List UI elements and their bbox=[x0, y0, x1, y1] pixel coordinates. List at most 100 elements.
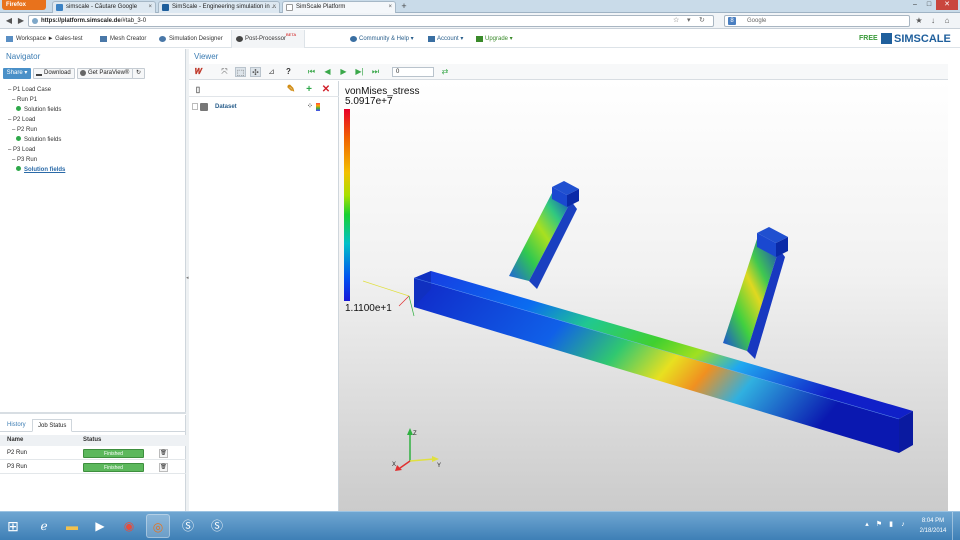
mobile-icon[interactable]: ▯ bbox=[192, 84, 204, 96]
orientation-axes-icon[interactable]: ✣ bbox=[250, 67, 261, 77]
refresh-button[interactable]: ↻ bbox=[132, 68, 146, 79]
back-icon[interactable]: ◀ bbox=[4, 16, 14, 26]
close-window-icon[interactable]: ✕ bbox=[936, 0, 958, 10]
navigator-toolbar: Share ▾ Download Get ParaView® ↻ bbox=[0, 66, 186, 82]
site-identity-icon[interactable] bbox=[32, 18, 38, 24]
edit-pencil-icon[interactable]: ✎ bbox=[285, 84, 297, 96]
internet-explorer-icon[interactable]: ℯ bbox=[32, 514, 56, 538]
address-bar[interactable]: https://platform.simscale.de/#tab_3-0 ☆ … bbox=[28, 15, 714, 27]
get-paraview-button[interactable]: Get ParaView® bbox=[77, 68, 134, 79]
skype-icon[interactable]: Ⓢ bbox=[176, 514, 200, 538]
next-frame-icon[interactable]: ▶| bbox=[354, 67, 365, 77]
render-options-icon[interactable]: ⊿ bbox=[266, 67, 277, 77]
new-tab-button[interactable]: + bbox=[398, 1, 410, 12]
tree-item[interactable]: – P3 Load bbox=[8, 145, 35, 155]
previous-frame-icon[interactable]: ◀ bbox=[322, 67, 333, 77]
browser-tab-title: SimScale Platform bbox=[296, 4, 346, 10]
tab-label: Post-Processor bbox=[245, 36, 287, 42]
community-icon bbox=[350, 36, 357, 42]
forward-icon[interactable]: ▶ bbox=[16, 16, 26, 26]
close-tab-icon[interactable]: × bbox=[272, 2, 276, 13]
firefox-menu-button[interactable]: Firefox bbox=[2, 0, 46, 10]
show-desktop-button[interactable] bbox=[952, 512, 960, 540]
tree-item-label: P3 Run bbox=[17, 157, 38, 163]
network-icon[interactable]: ▮ bbox=[886, 520, 896, 530]
flag-icon[interactable]: ⚑ bbox=[874, 520, 884, 530]
volume-icon[interactable]: ♪ bbox=[898, 520, 908, 530]
account-menu[interactable]: Account ▾ bbox=[428, 30, 463, 48]
chrome-icon[interactable]: ◉ bbox=[117, 514, 141, 538]
browser-tab-simscale-platform[interactable]: SimScale Platform × bbox=[282, 1, 396, 13]
tab-label: Workspace ► Gales-test bbox=[16, 36, 83, 42]
tab-workspace[interactable]: Workspace ► Gales-test bbox=[6, 30, 83, 48]
download-button[interactable]: Download bbox=[33, 68, 75, 79]
home-icon[interactable]: ⌂ bbox=[942, 16, 952, 26]
dropdown-icon[interactable]: ▾ bbox=[687, 16, 691, 26]
tree-item[interactable]: – Run P1 bbox=[12, 95, 37, 105]
community-help-menu[interactable]: Community & Help ▾ bbox=[350, 30, 414, 48]
trash-icon[interactable]: 🗑 bbox=[159, 449, 168, 458]
help-icon[interactable]: ? bbox=[283, 67, 294, 77]
add-filter-icon[interactable]: + bbox=[303, 84, 315, 96]
firefox-icon[interactable]: ◎ bbox=[146, 514, 170, 538]
tree-item[interactable]: Solution fields bbox=[16, 165, 65, 175]
search-input[interactable]: 8 Google bbox=[724, 15, 910, 27]
file-explorer-icon[interactable]: ▬ bbox=[60, 514, 84, 538]
upgrade-menu[interactable]: Upgrade ▾ bbox=[476, 30, 513, 48]
media-player-icon[interactable]: ▶ bbox=[88, 514, 112, 538]
reset-camera-icon[interactable]: ⤧ bbox=[219, 67, 230, 77]
pipeline-item-dataset[interactable]: Dataset ⁘ bbox=[191, 101, 337, 113]
start-button[interactable]: ⊞ bbox=[2, 514, 24, 538]
search-engine-icon[interactable]: 8 bbox=[728, 17, 736, 25]
logo-mark-icon bbox=[881, 33, 892, 44]
tree-item-label: P3 Load bbox=[13, 147, 36, 153]
close-tab-icon[interactable]: × bbox=[148, 2, 152, 13]
color-map-icon[interactable] bbox=[316, 103, 320, 111]
loop-icon[interactable]: ⇄ bbox=[438, 67, 452, 77]
first-frame-icon[interactable]: ⏮ bbox=[306, 67, 317, 77]
download-icon[interactable]: ↓ bbox=[928, 16, 938, 26]
tab-job-status[interactable]: Job Status bbox=[32, 419, 73, 432]
minimize-icon[interactable]: – bbox=[908, 0, 922, 10]
status-badge: Finished bbox=[83, 463, 144, 472]
reload-icon[interactable]: ↻ bbox=[699, 16, 705, 26]
tree-item[interactable]: – P3 Run bbox=[12, 155, 37, 165]
delete-icon[interactable]: ✕ bbox=[320, 84, 332, 96]
table-row[interactable]: P3 Run Finished 🗑 bbox=[0, 461, 186, 474]
tree-item[interactable]: – P2 Run bbox=[12, 125, 37, 135]
visibility-checkbox[interactable] bbox=[192, 103, 198, 110]
tree-item[interactable]: – P1 Load Case bbox=[8, 85, 51, 95]
tab-post-processor[interactable]: Post-ProcessorBETA bbox=[231, 30, 305, 48]
show-hidden-icons-icon[interactable]: ▴ bbox=[862, 520, 872, 530]
simscale-logo[interactable]: SIMSCALE bbox=[881, 33, 951, 46]
browser-tab-simscale-site[interactable]: SimScale - Engineering simulation in ...… bbox=[158, 1, 280, 13]
maximize-icon[interactable]: □ bbox=[922, 0, 936, 10]
frame-input[interactable]: 0 bbox=[392, 67, 434, 77]
browser-tab-google[interactable]: simscale - Căutare Google × bbox=[52, 1, 156, 13]
table-row[interactable]: P2 Run Finished 🗑 bbox=[0, 447, 186, 460]
tree-item[interactable]: Solution fields bbox=[16, 105, 61, 115]
bookmarks-icon[interactable]: ★ bbox=[914, 16, 924, 26]
interaction-mode-icon[interactable]: ⬚ bbox=[235, 67, 246, 77]
tree-item-label: Solution fields bbox=[24, 137, 62, 143]
trash-icon[interactable]: 🗑 bbox=[159, 463, 168, 472]
close-tab-icon[interactable]: × bbox=[388, 2, 392, 13]
bookmark-star-icon[interactable]: ☆ bbox=[673, 16, 679, 26]
tree-item[interactable]: Solution fields bbox=[16, 135, 61, 145]
status-ok-icon bbox=[16, 165, 21, 171]
tab-history[interactable]: History bbox=[2, 419, 31, 432]
search-placeholder: Google bbox=[747, 18, 767, 24]
last-frame-icon[interactable]: ⏭ bbox=[370, 67, 381, 77]
play-icon[interactable]: ▶ bbox=[338, 67, 349, 77]
system-clock[interactable]: 8:04 PM 2/18/2014 bbox=[915, 516, 951, 536]
tab-mesh-creator[interactable]: Mesh Creator bbox=[100, 30, 146, 48]
skype-chat-icon[interactable]: Ⓢ bbox=[205, 514, 229, 538]
render-viewport[interactable]: vonMises_stress 5.0917e+7 1.1100e+1 Z Y … bbox=[339, 81, 948, 511]
tab-simulation-designer[interactable]: Simulation Designer bbox=[159, 30, 223, 48]
viewer-panel: Viewer 𝑾 ⤧ ⬚ ✣ ⊿ ? ⏮ ◀ ▶ ▶| ⏭ 0 ⇄ ▯ ✎ + … bbox=[189, 49, 948, 511]
share-button[interactable]: Share ▾ bbox=[3, 68, 31, 79]
tree-item[interactable]: – P2 Load bbox=[8, 115, 35, 125]
paraview-logo-icon[interactable]: 𝑾 bbox=[193, 67, 204, 77]
horizontal-splitter[interactable] bbox=[0, 412, 186, 414]
model-render: Z Y X bbox=[362, 181, 913, 471]
